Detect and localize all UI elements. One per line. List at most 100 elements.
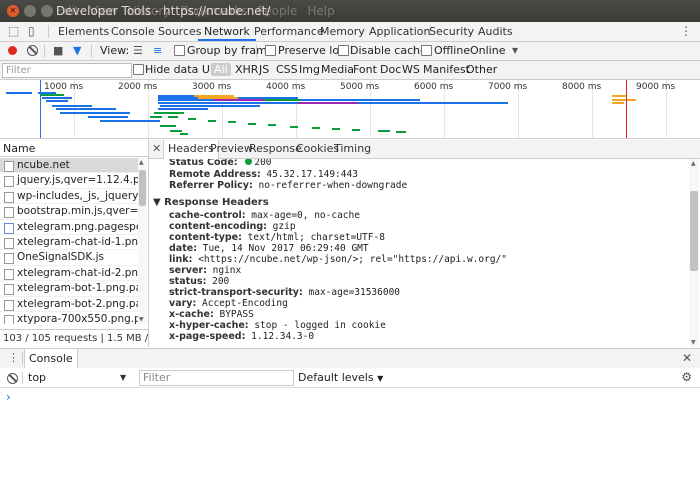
- context-dropdown-icon[interactable]: ▼: [120, 368, 126, 387]
- script-file-icon: [4, 191, 14, 203]
- record-button[interactable]: [8, 46, 17, 55]
- console-toolbar: top ▼ Filter Default levels ▼ ⚙: [0, 368, 700, 388]
- header-row: content-type: text/html; charset=UTF-8: [169, 232, 385, 243]
- request-row[interactable]: wp-includes,_js,_jquery,_jque...: [0, 189, 138, 205]
- header-row: vary: Accept-Encoding: [169, 298, 288, 309]
- filter-type-js[interactable]: JS: [259, 63, 269, 76]
- scrollbar-thumb[interactable]: [139, 170, 146, 206]
- filter-input[interactable]: Filter: [2, 63, 132, 78]
- header-row: Remote Address: 45.32.17.149:443: [169, 169, 358, 180]
- request-row[interactable]: xtelegram-bot-2.png.pagesp...: [0, 297, 138, 312]
- overview-request-bar: [158, 99, 214, 101]
- scroll-up-icon[interactable]: ▲: [139, 159, 144, 166]
- request-row[interactable]: xtelegram-chat-id-2.png.pag...: [0, 266, 138, 282]
- window-close-button[interactable]: ✕: [7, 5, 19, 17]
- request-row[interactable]: xtypora-700x550.png.pagesp...: [0, 312, 138, 324]
- clear-console-icon[interactable]: [7, 373, 18, 384]
- offline-checkbox[interactable]: [421, 45, 432, 56]
- header-value: max-age=31536000: [308, 287, 401, 298]
- request-row[interactable]: OneSignalSDK.js: [0, 250, 138, 266]
- preserve-log-checkbox[interactable]: [265, 45, 276, 56]
- filter-type-font[interactable]: Font: [353, 63, 377, 76]
- overview-request-bar: [100, 120, 160, 122]
- image-file-icon: [4, 299, 14, 311]
- scroll-up-icon[interactable]: ▲: [691, 160, 696, 167]
- group-by-frame-checkbox[interactable]: [174, 45, 185, 56]
- overview-request-bar: [158, 102, 298, 104]
- header-row: server: nginx: [169, 265, 241, 276]
- filter-type-manifest[interactable]: Manifest: [423, 63, 470, 76]
- overview-request-bar: [154, 112, 184, 114]
- drawer-tab-console[interactable]: Console: [24, 349, 78, 368]
- waterfall-overview-icon[interactable]: ≡: [153, 44, 162, 57]
- hide-data-urls-checkbox[interactable]: [133, 64, 144, 75]
- large-rows-icon[interactable]: ☰: [133, 44, 143, 57]
- filter-type-css[interactable]: CSS: [276, 63, 298, 76]
- scroll-down-icon[interactable]: ▼: [139, 316, 144, 323]
- disable-cache-checkbox[interactable]: [338, 45, 349, 56]
- response-headers-section[interactable]: ▼ Response Headers: [153, 197, 269, 208]
- drawer-menu-icon[interactable]: ⋮: [8, 351, 19, 364]
- tab-audits[interactable]: Audits: [472, 22, 519, 41]
- filter-type-ws[interactable]: WS: [402, 63, 420, 76]
- overview-request-bar: [42, 97, 72, 99]
- scrollbar-thumb[interactable]: [690, 191, 698, 271]
- request-name: xtelegram-chat-id-1.png.pag...: [17, 235, 138, 248]
- filter-funnel-icon[interactable]: ▼: [73, 44, 81, 57]
- screenshot-camera-icon[interactable]: ■: [53, 44, 63, 57]
- header-key: Referrer Policy:: [169, 180, 253, 191]
- request-row[interactable]: xtelegram-chat-id-1.png.pag...: [0, 235, 138, 251]
- header-key: server:: [169, 265, 207, 276]
- request-row[interactable]: ncube.net: [0, 158, 138, 174]
- overview-request-bar: [298, 102, 358, 104]
- throttling-select[interactable]: Online: [470, 44, 505, 57]
- levels-dropdown-icon: ▼: [377, 374, 384, 383]
- request-row[interactable]: bootstrap.min.js,qver=4.8.3.p...: [0, 204, 138, 220]
- name-column-header[interactable]: Name: [0, 140, 148, 157]
- request-row[interactable]: xtelegram.png.pagespeed.ic...: [0, 220, 138, 235]
- console-filter-input[interactable]: Filter: [139, 370, 294, 386]
- close-detail-icon[interactable]: ✕: [152, 142, 161, 155]
- filter-type-xhr[interactable]: XHR: [235, 63, 258, 76]
- filter-type-doc[interactable]: Doc: [380, 63, 401, 76]
- close-drawer-icon[interactable]: ✕: [682, 351, 692, 365]
- request-list-scrollbar[interactable]: ▲ ▼: [138, 158, 147, 324]
- gear-icon[interactable]: ⚙: [681, 370, 692, 384]
- detail-scrollbar[interactable]: ▲ ▼: [689, 159, 699, 347]
- header-value: no-referrer-when-downgrade: [258, 180, 408, 191]
- overview-tick: 8000 ms: [562, 82, 602, 92]
- more-options-icon[interactable]: ⋮: [680, 24, 692, 38]
- image-file-icon: [4, 268, 14, 280]
- detail-tab-timing[interactable]: Timing: [330, 140, 375, 158]
- filter-type-media[interactable]: Media: [321, 63, 354, 76]
- filter-type-img[interactable]: Img: [299, 63, 320, 76]
- filter-type-all[interactable]: All: [211, 63, 231, 76]
- window-minimize-button[interactable]: [24, 5, 36, 17]
- load-event-line: [626, 80, 627, 138]
- overview-tick: 7000 ms: [488, 82, 528, 92]
- menu-help[interactable]: Help: [307, 4, 334, 18]
- title-bar: ✕ Edit View History Bookmarks People Help Dev…: [0, 0, 700, 22]
- overview-tick: 2000 ms: [118, 82, 158, 92]
- preserve-log-label: Preserve log: [278, 44, 347, 57]
- console-prompt[interactable]: ›: [6, 390, 11, 404]
- header-row: Referrer Policy: no-referrer-when-downgr…: [169, 180, 407, 191]
- request-row[interactable]: jquery.js,qver=1.12.4.pagesp...: [0, 173, 138, 189]
- request-name: bootstrap.min.js,qver=4.8.3.p...: [17, 205, 138, 218]
- throttling-dropdown-icon[interactable]: ▼: [512, 46, 518, 55]
- filter-type-other[interactable]: Other: [466, 63, 497, 76]
- header-key: x-page-speed:: [169, 331, 246, 342]
- context-selector[interactable]: top: [28, 368, 132, 387]
- overview-request-bar: [268, 124, 276, 126]
- scroll-down-icon[interactable]: ▼: [691, 339, 696, 346]
- device-toolbar-icon[interactable]: ▯: [28, 24, 35, 38]
- overview-tick: 9000 ms: [636, 82, 676, 92]
- clear-button[interactable]: [27, 45, 38, 56]
- header-key: link:: [169, 254, 193, 265]
- header-value: Tue, 14 Nov 2017 06:29:40 GMT: [202, 243, 369, 254]
- inspect-element-icon[interactable]: ⬚: [8, 24, 19, 38]
- request-row[interactable]: xtelegram-bot-1.png.pagesp...: [0, 281, 138, 297]
- window-maximize-button[interactable]: [41, 5, 53, 17]
- network-overview[interactable]: 1000 ms 2000 ms 3000 ms 4000 ms 5000 ms …: [0, 80, 700, 139]
- log-levels-select[interactable]: Default levels ▼: [298, 368, 383, 387]
